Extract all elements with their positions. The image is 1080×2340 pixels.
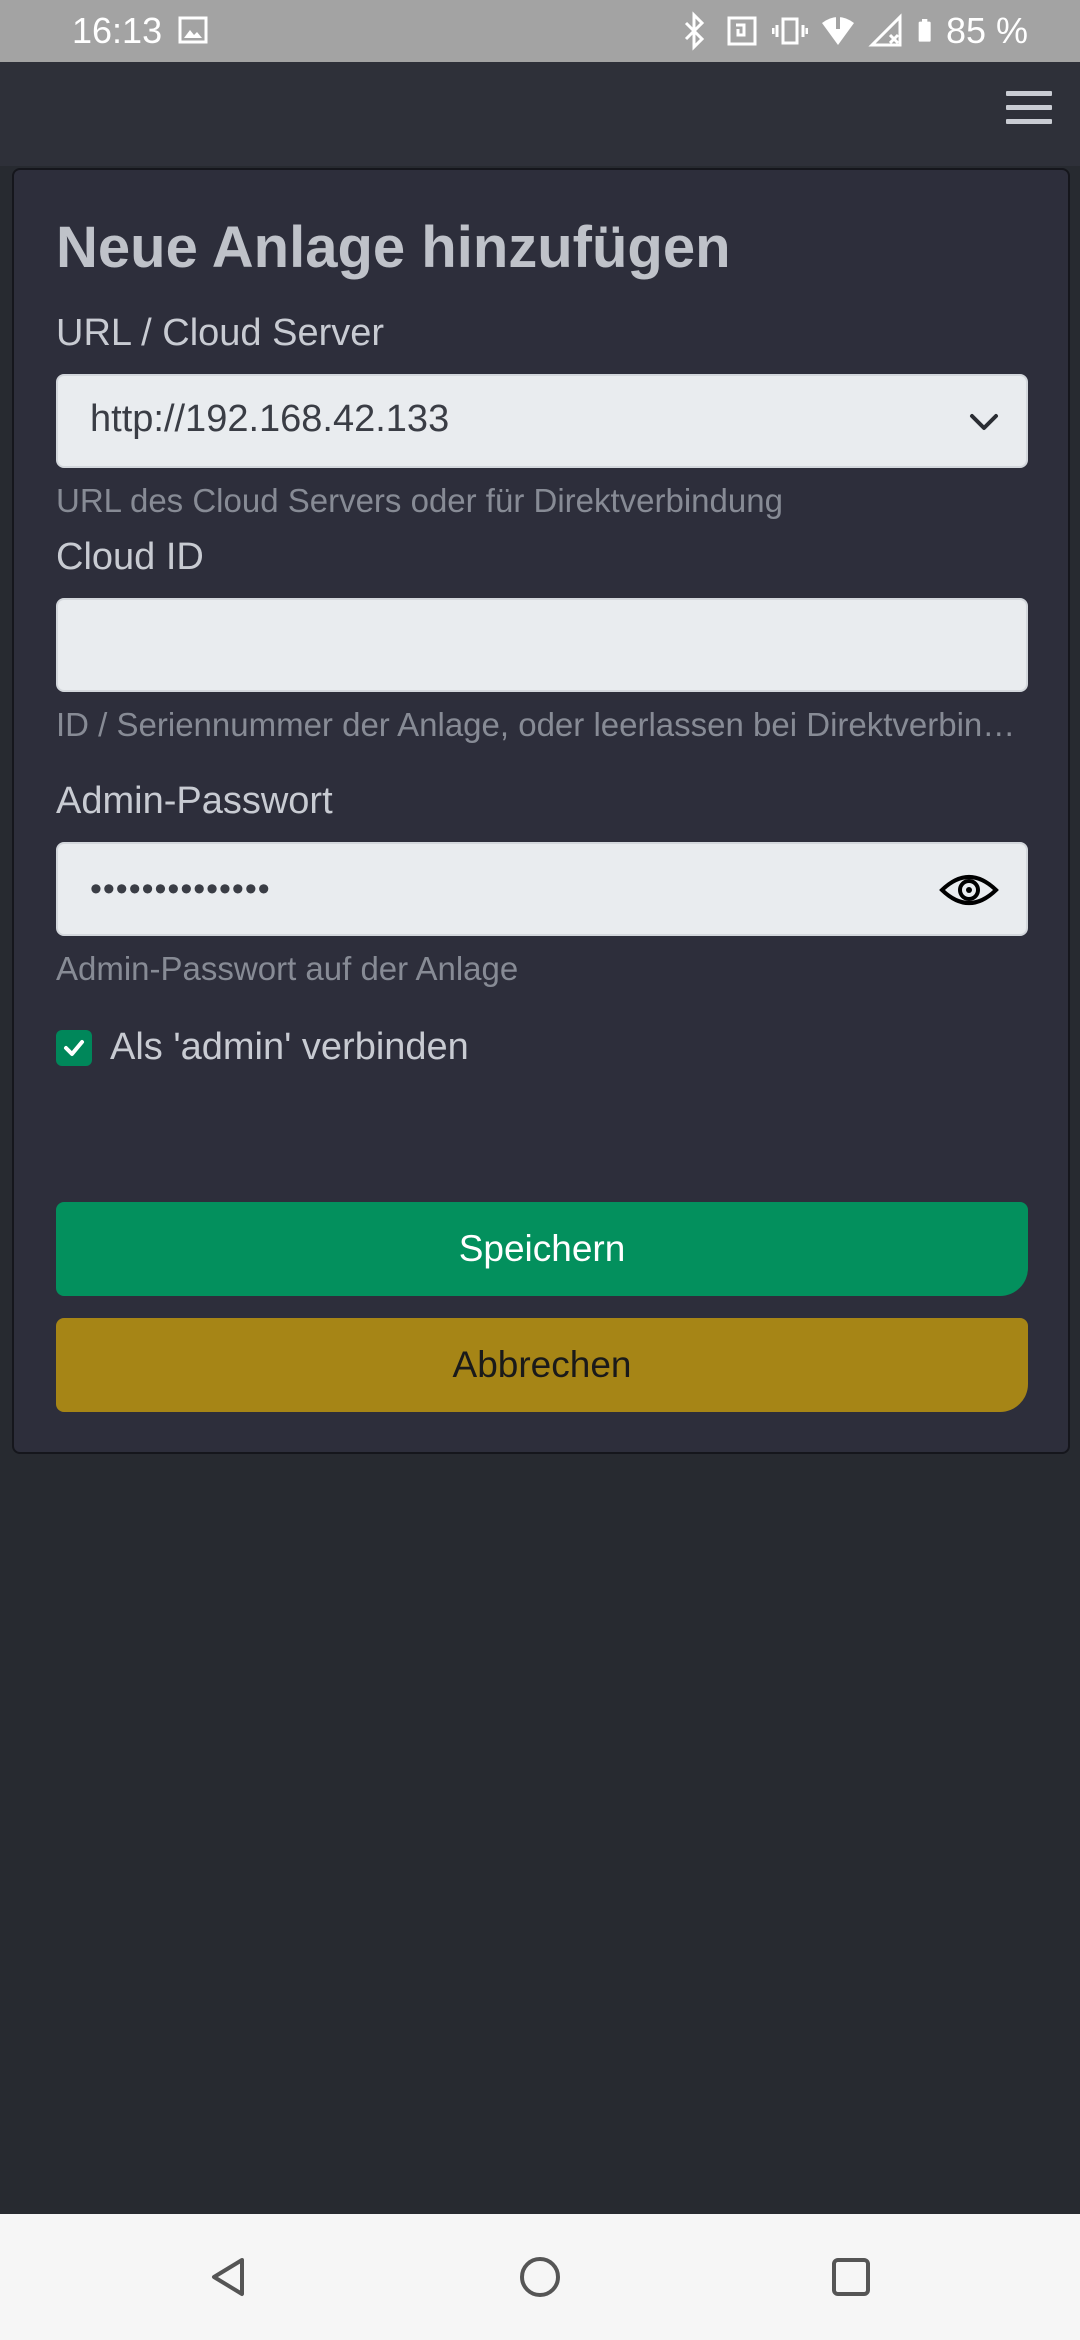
back-icon[interactable] (204, 2252, 254, 2302)
recents-icon[interactable] (826, 2252, 876, 2302)
url-select-value: http://192.168.42.133 (90, 398, 450, 440)
check-icon (64, 1039, 84, 1056)
url-hint: URL des Cloud Servers oder für Direktver… (56, 482, 783, 519)
connect-as-admin-row: Als 'admin' verbinden (56, 1026, 469, 1069)
nfc-icon (727, 16, 757, 46)
cloud-id-hint: ID / Seriennummer der Anlage, oder leerl… (56, 706, 1030, 743)
battery-percent: 85 % (945, 10, 1028, 51)
home-icon[interactable] (515, 2252, 565, 2302)
top-app-bar (0, 62, 1080, 166)
connect-as-admin-checkbox[interactable] (56, 1029, 92, 1066)
image-icon (178, 16, 208, 44)
connect-as-admin-label: Als 'admin' verbinden (110, 1026, 469, 1068)
cancel-button[interactable]: Abbrechen (56, 1318, 1028, 1412)
url-label: URL / Cloud Server (56, 312, 385, 354)
password-value: •••••••••••••• (90, 870, 271, 908)
system-nav-bar (0, 2214, 1080, 2340)
url-select[interactable]: http://192.168.42.133 (56, 374, 1028, 468)
save-button[interactable]: Speichern (56, 1202, 1028, 1296)
password-field[interactable]: •••••••••••••• (56, 842, 1028, 936)
cloud-id-field[interactable] (56, 598, 1028, 692)
password-label: Admin-Passwort (56, 780, 333, 822)
chevron-down-icon (970, 414, 998, 430)
status-bar: 16:13 85 % (0, 0, 1080, 62)
no-signal-icon (868, 13, 902, 47)
battery-icon (918, 19, 931, 42)
eye-icon[interactable] (938, 866, 1000, 914)
password-hint: Admin-Passwort auf der Anlage (56, 950, 519, 987)
wifi-icon (821, 17, 854, 45)
bluetooth-icon (684, 11, 705, 51)
hamburger-menu-icon[interactable] (1006, 82, 1052, 132)
add-plant-card: Neue Anlage hinzufügen URL / Cloud Serve… (12, 168, 1070, 1454)
cloud-id-label: Cloud ID (56, 536, 204, 578)
page-title: Neue Anlage hinzufügen (56, 215, 731, 280)
vibrate-icon (771, 17, 808, 45)
status-time: 16:13 (72, 10, 163, 51)
